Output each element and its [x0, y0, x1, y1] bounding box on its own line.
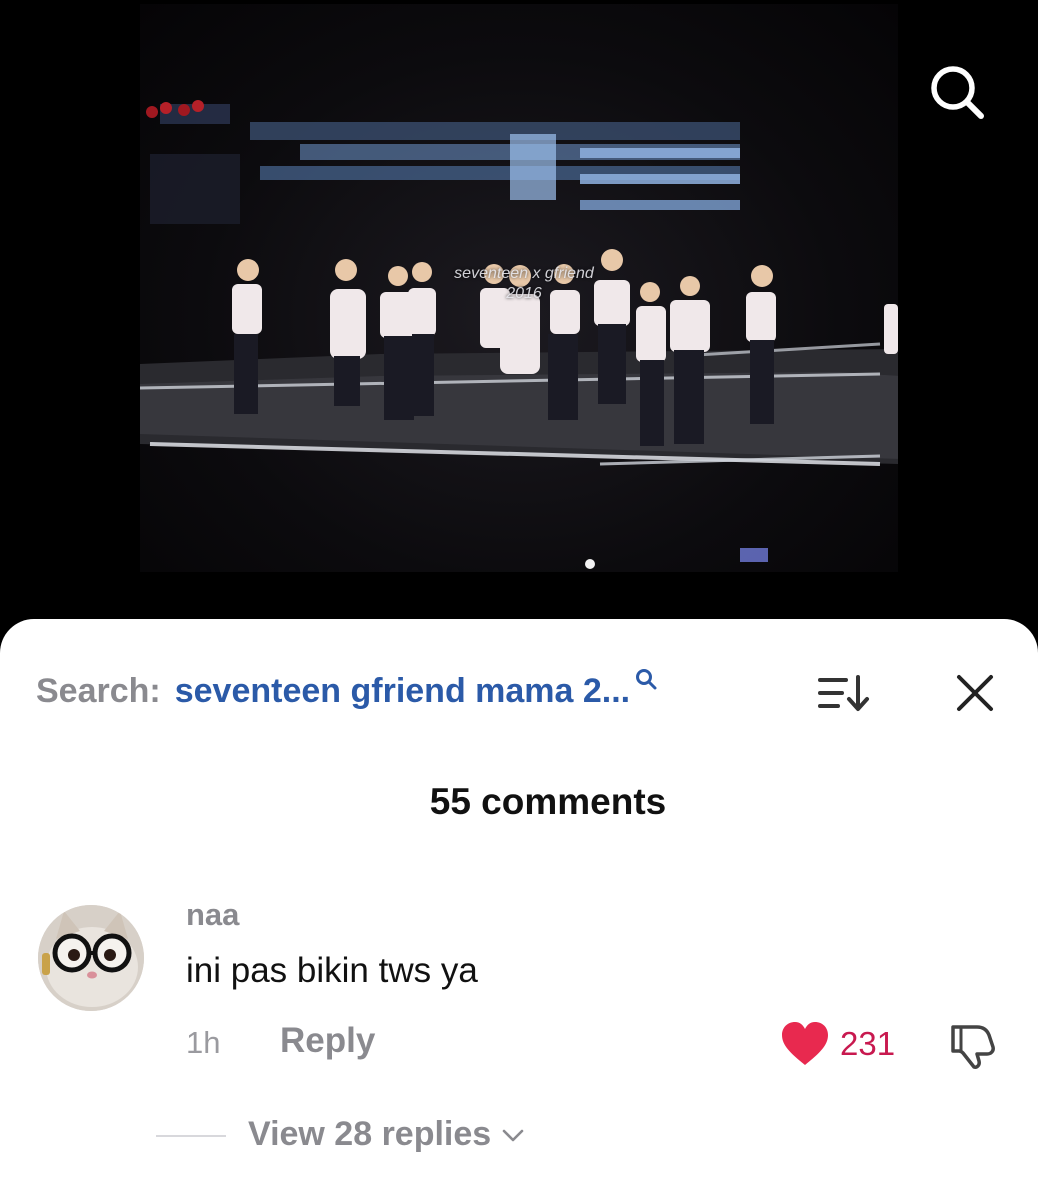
reply-button[interactable]: Reply	[280, 1021, 375, 1061]
heart-icon	[782, 1022, 828, 1065]
comment-text: ini pas bikin tws ya	[186, 951, 478, 990]
replies-divider	[156, 1135, 226, 1137]
thumbs-down-icon	[951, 1025, 995, 1069]
top-search-button[interactable]	[922, 58, 992, 128]
like-count: 231	[840, 1025, 896, 1062]
video-watermark: seventeen x gfriend 2016	[424, 264, 624, 304]
video-player[interactable]: seventeen x gfriend 2016	[0, 0, 1038, 640]
sort-button[interactable]	[816, 669, 872, 717]
chevron-down-icon	[502, 1129, 524, 1141]
search-prefix: Search:	[36, 671, 161, 710]
search-icon	[636, 669, 657, 690]
comments-count: 55 comments	[429, 781, 667, 822]
dislike-button[interactable]	[944, 1019, 1000, 1071]
search-query-link[interactable]: seventeen gfriend mama 2...	[175, 672, 630, 711]
view-replies-button[interactable]: View 28 replies	[248, 1115, 525, 1154]
search-query-bar[interactable]: Search: seventeen gfriend mama 2...	[36, 667, 1002, 715]
like-button[interactable]: 231	[780, 1019, 910, 1069]
view-replies-label: View 28 replies	[248, 1115, 492, 1153]
close-icon	[957, 675, 993, 711]
cat-avatar-image	[38, 905, 144, 1011]
video-frame[interactable]: seventeen x gfriend 2016	[140, 4, 898, 572]
watermark-title: seventeen x gfriend	[454, 265, 594, 282]
avatar[interactable]	[38, 905, 144, 1011]
comment-username[interactable]: naa	[186, 897, 239, 933]
close-button[interactable]	[950, 669, 1000, 717]
watermark-year: 2016	[506, 285, 542, 302]
comment-time: 1h	[186, 1025, 221, 1060]
comments-sheet: Search: seventeen gfriend mama 2... 55 c…	[0, 619, 1038, 1199]
search-icon	[931, 66, 984, 119]
sort-icon	[818, 675, 869, 711]
